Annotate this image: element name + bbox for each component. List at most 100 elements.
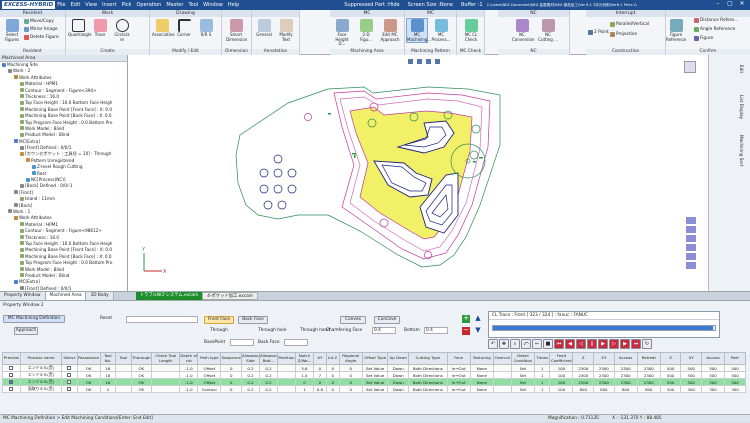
table-cell[interactable]: 500 (724, 378, 746, 386)
column-header[interactable]: Retr (724, 352, 746, 365)
column-header[interactable]: Access (613, 352, 638, 365)
table-cell[interactable] (276, 378, 296, 386)
associative-button[interactable]: Associative (152, 19, 175, 38)
table-cell[interactable]: 0.2 (258, 378, 278, 386)
back-face-field[interactable] (284, 339, 308, 346)
back-step-icon[interactable]: ◁ (576, 339, 586, 349)
corner-button[interactable]: Corner (174, 19, 194, 38)
preview-checkbox[interactable] (9, 365, 14, 370)
cad-viewport[interactable]: Y X (128, 55, 708, 291)
table-cell[interactable] (492, 371, 512, 379)
table-cell[interactable]: None (469, 385, 494, 393)
table-cell[interactable] (115, 378, 132, 386)
reset-field[interactable] (126, 316, 198, 323)
table-cell[interactable]: 0.2 (258, 364, 278, 372)
column-header[interactable]: Face (446, 352, 471, 365)
play-icon[interactable]: ▶ (598, 339, 608, 349)
column-header[interactable]: Z (659, 352, 682, 365)
preview-checkbox[interactable] (9, 372, 14, 377)
table-cell[interactable]: In→Out (446, 371, 471, 379)
table-row[interactable]: エンドミル(荒) OK 16 OK -1.0 Offset 0 0.2 0.2 1.4 7 0 0 Set… (2, 371, 746, 379)
table-cell[interactable]: Offset (197, 378, 222, 386)
file-tab-1[interactable]: トラブルNCFシステム.excam (135, 292, 203, 300)
table-cell[interactable]: 0 (312, 378, 327, 386)
menu-item-view[interactable]: View (85, 2, 97, 8)
table-cell[interactable]: 800 (613, 385, 638, 393)
table-cell[interactable]: 500 (680, 364, 702, 372)
table-cell[interactable]: 16 (99, 364, 117, 372)
table-cell[interactable]: 16 (99, 371, 117, 379)
column-header[interactable]: Offset Type (361, 352, 389, 365)
table-cell[interactable] (492, 378, 512, 386)
edit-mc-approach-button[interactable]: Edit MC Approach (380, 19, 400, 42)
table-cell[interactable]: 7 (312, 371, 327, 379)
table-cell[interactable]: 100 (549, 371, 574, 379)
approach-button[interactable]: Approach (14, 327, 38, 335)
back-view-icon[interactable] (686, 253, 696, 260)
nc-cutting-button[interactable]: NC Cutting ... (538, 19, 558, 42)
table-cell[interactable]: エンドミル(荒) (19, 364, 63, 372)
table-cell[interactable] (61, 378, 78, 386)
table-cell[interactable]: 2300 (572, 364, 595, 372)
smart-dimension-button[interactable]: Smart Dimension (226, 19, 247, 42)
table-cell[interactable] (61, 371, 78, 379)
select-checkbox[interactable] (67, 372, 72, 377)
table-cell[interactable]: 300 (680, 385, 702, 393)
table-cell[interactable]: 0 (338, 371, 363, 379)
table-cell[interactable] (115, 371, 132, 379)
column-header[interactable]: Up Down (387, 352, 410, 365)
table-cell[interactable]: 0.2 (241, 371, 260, 379)
table-cell[interactable]: Set (510, 371, 535, 379)
table-cell[interactable]: None (469, 364, 494, 372)
table-cell[interactable]: Set (510, 378, 535, 386)
table-cell[interactable] (61, 385, 78, 393)
table-cell[interactable]: 1 (533, 371, 551, 379)
table-cell[interactable]: Set Value (361, 371, 389, 379)
menu-item-help[interactable]: Help (228, 2, 239, 8)
table-cell[interactable]: エンドミル(荒) (19, 371, 63, 379)
column-header[interactable]: Select (61, 352, 78, 365)
convex-button[interactable]: Convex (340, 316, 366, 324)
preview-checkbox[interactable] (9, 379, 14, 384)
table-cell[interactable]: 0 (325, 364, 340, 372)
table-cell[interactable]: 0 (220, 364, 242, 372)
table-cell[interactable]: 2300 (613, 378, 638, 386)
front-face-button[interactable]: Front Face (204, 316, 234, 324)
table-cell[interactable]: Down (387, 364, 410, 372)
mc-process-button[interactable]: MC Process... (431, 19, 451, 42)
table-cell[interactable]: 0.2 (258, 371, 278, 379)
table-cell[interactable]: OK (76, 364, 101, 372)
table-cell[interactable]: 2300 (593, 371, 615, 379)
move-down-icon[interactable]: ▼ (474, 327, 482, 335)
mirror-image-button[interactable]: Mirror Image (24, 27, 57, 32)
general-button[interactable]: General (254, 19, 274, 38)
table-cell[interactable]: 0 (312, 364, 327, 372)
table-cell[interactable]: 2300 (636, 364, 661, 372)
chamfer-field[interactable]: 0.4 (372, 327, 396, 334)
table-cell[interactable]: Offset (197, 364, 222, 372)
table-cell[interactable]: None (469, 371, 494, 379)
table-cell[interactable]: 500 (680, 371, 702, 379)
column-header[interactable]: Allowance Bott... (258, 352, 278, 365)
table-cell[interactable] (2, 378, 21, 386)
table-cell[interactable]: Both Directions (408, 371, 448, 379)
file-tab-2[interactable]: 4-ポケット加工.excam (202, 292, 258, 300)
column-header[interactable]: Feed Coefficient (549, 352, 574, 365)
table-cell[interactable]: 0 (338, 364, 363, 372)
table-cell[interactable]: Both Directions (408, 378, 448, 386)
delete-figure-button[interactable]: Delete Figure (24, 35, 59, 40)
table-row[interactable]: エンドミル(荒) OK 16 OK -1.0 Offset 0 0.2 0.2 0 0 0 0 Set V… (2, 378, 746, 386)
table-cell[interactable]: 0.2 (241, 378, 260, 386)
skip-end-icon[interactable]: ⏭ (631, 339, 641, 349)
table-cell[interactable]: OK (130, 385, 153, 393)
minimize-icon[interactable]: – (712, 0, 724, 7)
column-header[interactable]: XY (680, 352, 702, 365)
table-cell[interactable]: 0 (325, 371, 340, 379)
table-cell[interactable]: Down (387, 378, 410, 386)
table-cell[interactable]: Down (387, 385, 410, 393)
skip-start-icon[interactable]: ⏮ (554, 339, 564, 349)
trace-progress-bar[interactable] (492, 325, 716, 331)
column-header[interactable]: Tool (115, 352, 132, 365)
tab-machined-area[interactable]: Machined Area (45, 292, 87, 300)
maximize-icon[interactable]: ▢ (724, 0, 736, 7)
